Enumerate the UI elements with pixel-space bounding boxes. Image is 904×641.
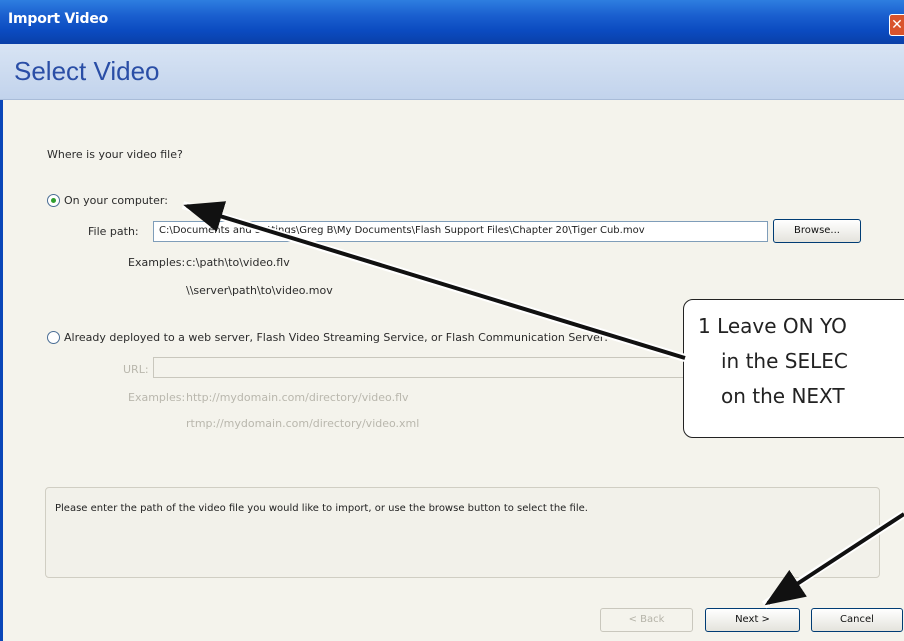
arrow-to-option bbox=[183, 201, 686, 360]
arrow-to-next bbox=[764, 512, 904, 606]
import-video-dialog: Import Video ✕ Select Video Where is you… bbox=[0, 0, 904, 641]
annotation-arrows bbox=[181, 201, 904, 609]
